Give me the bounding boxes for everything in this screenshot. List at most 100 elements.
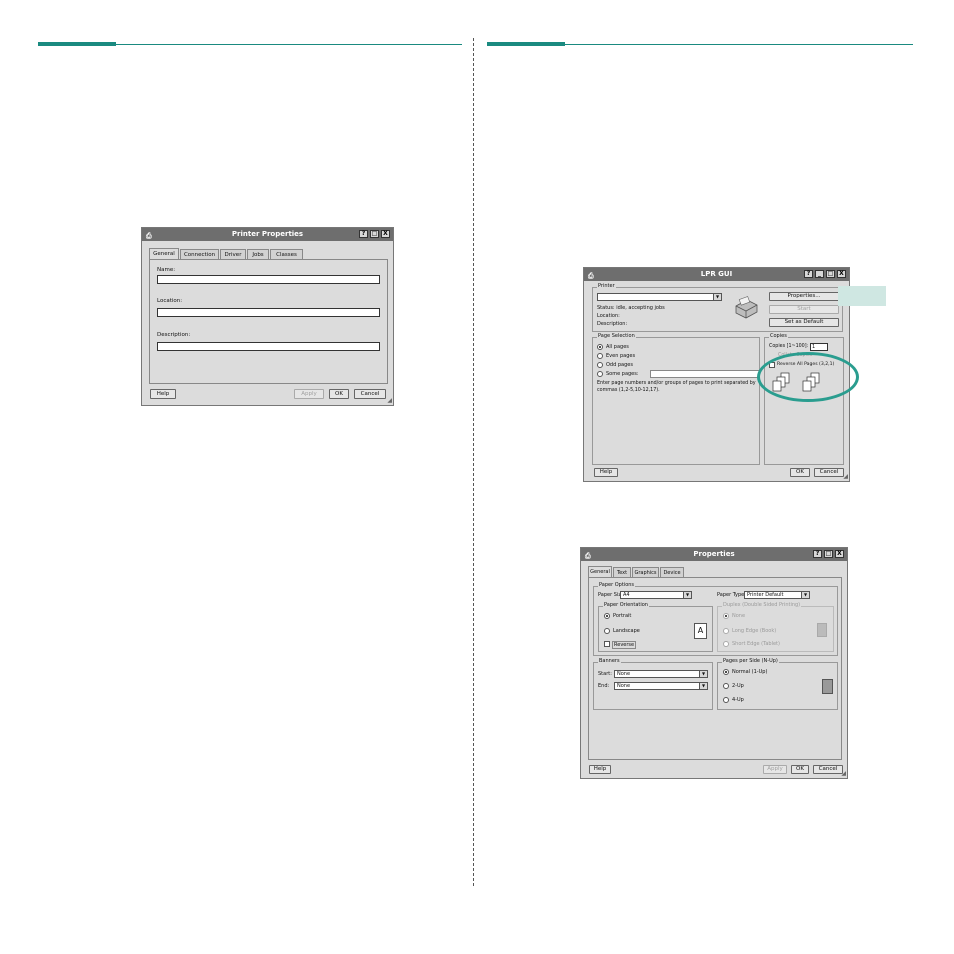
copies-title: Copies <box>769 333 788 339</box>
page-selection-title: Page Selection <box>597 333 636 339</box>
start-select[interactable]: None ▼ <box>614 670 708 678</box>
tab-device[interactable]: Device <box>660 567 684 577</box>
printer-description-label: Description: <box>597 321 628 327</box>
orientation-preview-icon: A <box>694 623 707 639</box>
four-up-label: 4-Up <box>732 697 744 703</box>
resize-grip-icon[interactable]: ◢ <box>843 473 848 480</box>
duplex-none-radio[interactable] <box>723 613 729 619</box>
tab-graphics[interactable]: Graphics <box>632 567 659 577</box>
paper-size-select[interactable]: A4 ▼ <box>620 591 692 599</box>
help-button[interactable]: Help <box>589 765 611 774</box>
cancel-button[interactable]: Cancel <box>354 389 386 399</box>
close-icon[interactable]: X <box>381 230 390 238</box>
printer-status: Status: idle, accepting jobs <box>597 305 665 311</box>
chevron-down-icon: ▼ <box>801 592 809 598</box>
normal-1up-radio[interactable] <box>723 669 729 675</box>
paper-options-title: Paper Options <box>598 582 636 588</box>
printer-group-title: Printer <box>597 283 616 289</box>
printer-icon <box>735 296 758 319</box>
paper-size-value: A4 <box>623 592 630 598</box>
two-up-radio[interactable] <box>723 683 729 689</box>
paper-type-label: Paper Type <box>717 592 745 598</box>
four-up-radio[interactable] <box>723 697 729 703</box>
location-field[interactable] <box>157 308 380 317</box>
end-value: None <box>617 683 631 689</box>
chevron-down-icon: ▼ <box>699 671 707 677</box>
tab-general[interactable]: General <box>149 248 179 259</box>
reverse-checkbox[interactable] <box>604 641 610 647</box>
tab-jobs[interactable]: Jobs <box>247 249 269 259</box>
chevron-down-icon: ▼ <box>683 592 691 598</box>
set-default-button[interactable]: Set as Default <box>769 318 839 327</box>
window-title: Printer Properties <box>231 230 304 238</box>
landscape-radio[interactable] <box>604 628 610 634</box>
printer-app-icon: ⎙ <box>146 232 152 240</box>
landscape-label: Landscape <box>613 628 640 634</box>
description-field[interactable] <box>157 342 380 351</box>
cancel-button[interactable]: Cancel <box>814 468 844 477</box>
close-icon[interactable]: X <box>837 270 846 278</box>
resize-grip-icon[interactable]: ◢ <box>841 770 846 777</box>
help-button[interactable]: Help <box>594 468 618 477</box>
short-edge-radio[interactable] <box>723 641 729 647</box>
duplex-preview-icon <box>817 623 827 637</box>
maximize-icon[interactable]: □ <box>824 550 833 558</box>
help-button[interactable]: Help <box>150 389 176 399</box>
tab-classes[interactable]: Classes <box>270 249 303 259</box>
ok-button[interactable]: OK <box>329 389 349 399</box>
some-pages-radio[interactable] <box>597 371 603 377</box>
copies-value: 1 <box>812 344 816 350</box>
ok-button[interactable]: OK <box>790 468 810 477</box>
printer-properties-window: ⎙ Printer Properties ? □ X General Conne… <box>141 227 394 406</box>
resize-grip-icon[interactable]: ◢ <box>387 397 392 404</box>
right-header-rule <box>565 44 913 45</box>
general-panel: Paper Options Paper Size A4 ▼ Paper Type… <box>588 577 842 760</box>
even-pages-radio[interactable] <box>597 353 603 359</box>
properties-button[interactable]: Properties... <box>769 292 839 301</box>
duplex-group: Duplex (Double Sided Printing) None Long… <box>717 602 834 652</box>
copies-label: Copies [1~100]: <box>769 344 809 349</box>
tab-text[interactable]: Text <box>613 567 631 577</box>
maximize-icon[interactable]: □ <box>826 270 835 278</box>
lpr-gui-titlebar: ⎙ LPR GUI ? _ □ X <box>584 268 849 281</box>
odd-pages-label: Odd pages <box>606 362 633 368</box>
help-icon[interactable]: ? <box>813 550 822 558</box>
name-field[interactable] <box>157 275 380 284</box>
left-header-rule <box>116 44 462 45</box>
ok-button[interactable]: OK <box>791 765 809 774</box>
long-edge-radio[interactable] <box>723 628 729 634</box>
apply-button[interactable]: Apply <box>294 389 324 399</box>
odd-pages-radio[interactable] <box>597 362 603 368</box>
some-pages-input[interactable] <box>650 370 760 378</box>
pages-hint-line2: commas (1,2-5,10-12,17). <box>597 388 660 393</box>
tab-driver[interactable]: Driver <box>220 249 246 259</box>
start-button[interactable]: Start <box>769 305 839 314</box>
minimize-icon[interactable]: _ <box>815 270 824 278</box>
close-icon[interactable]: X <box>835 550 844 558</box>
properties-callout <box>838 286 886 306</box>
two-up-label: 2-Up <box>732 683 744 689</box>
pages-hint-line1: Enter page numbers and/or groups of page… <box>597 381 756 386</box>
printer-app-icon: ⎙ <box>588 272 594 280</box>
maximize-icon[interactable]: □ <box>370 230 379 238</box>
window-title: Properties <box>693 550 735 558</box>
name-label: Name: <box>157 267 176 273</box>
printer-select[interactable]: ▼ <box>597 293 722 301</box>
help-icon[interactable]: ? <box>804 270 813 278</box>
paper-type-select[interactable]: Printer Default ▼ <box>744 591 810 599</box>
portrait-radio[interactable] <box>604 613 610 619</box>
tab-general[interactable]: General <box>588 566 612 577</box>
tab-connection[interactable]: Connection <box>180 249 219 259</box>
copies-highlight-ellipse <box>757 352 859 402</box>
orientation-letter: A <box>697 626 704 635</box>
banners-group: Banners Start: None ▼ End: None ▼ <box>593 658 713 710</box>
apply-button[interactable]: Apply <box>763 765 787 774</box>
copies-input[interactable]: 1 <box>810 343 828 351</box>
properties-window: ⎙ Properties ? □ X General Text Graphics… <box>580 547 848 779</box>
end-select[interactable]: None ▼ <box>614 682 708 690</box>
all-pages-radio[interactable] <box>597 344 603 350</box>
left-header-accent <box>38 42 116 46</box>
cancel-button[interactable]: Cancel <box>813 765 843 774</box>
help-icon[interactable]: ? <box>359 230 368 238</box>
pages-per-side-group: Pages per Side (N-Up) Normal (1-Up) 2-Up… <box>717 658 838 710</box>
